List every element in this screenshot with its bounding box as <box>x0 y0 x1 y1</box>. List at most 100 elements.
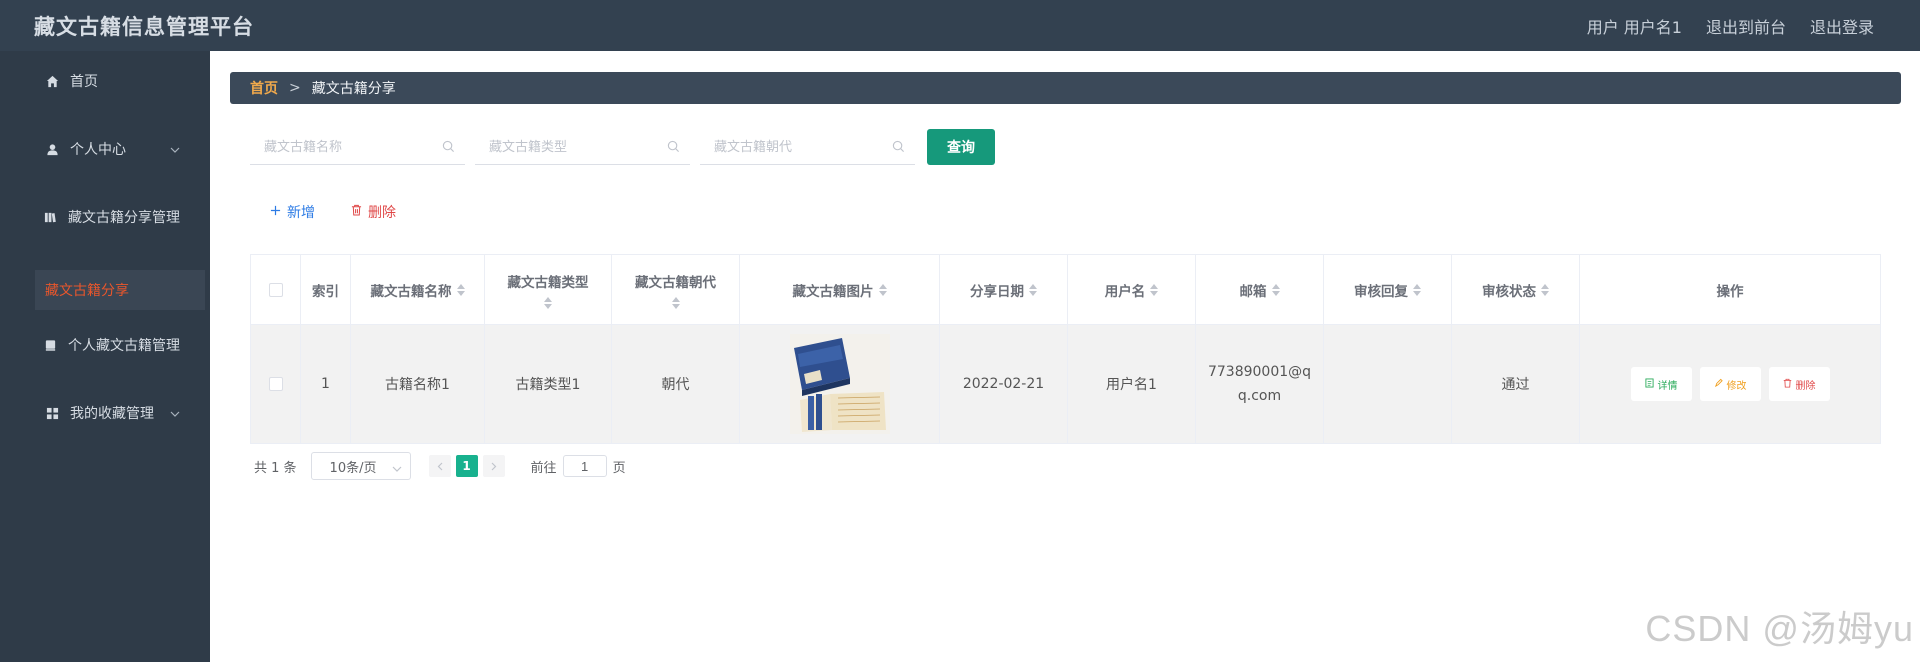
total-count: 共 1 条 <box>254 460 297 476</box>
book-icon <box>42 337 58 353</box>
delete-button-label: 删除 <box>1795 380 1816 392</box>
cell-image <box>740 325 940 443</box>
search-icon <box>892 140 905 157</box>
cell-type: 古籍类型1 <box>485 325 612 443</box>
current-user-label: 用户 用户名1 <box>1586 17 1682 37</box>
pagination: 共 1 条 10条/页 1 前往 页 <box>254 452 626 480</box>
sidebar-item-favorites[interactable]: 我的收藏管理 <box>0 403 210 423</box>
select-all-cell <box>251 255 301 324</box>
header-image-label: 藏文古籍图片 <box>792 283 874 300</box>
sort-icon[interactable] <box>456 283 465 296</box>
email-line: q.com <box>1237 388 1282 404</box>
header-ops-label: 操作 <box>1716 283 1744 300</box>
sort-icon[interactable] <box>544 296 552 309</box>
header-date[interactable]: 分享日期 <box>940 255 1068 324</box>
batch-delete-button[interactable]: 删除 <box>351 202 396 222</box>
header-status[interactable]: 审核状态 <box>1452 255 1580 324</box>
sidebar-item-label: 首页 <box>70 74 98 90</box>
header-name[interactable]: 藏文古籍名称 <box>351 255 485 324</box>
name-search-input[interactable] <box>250 129 465 164</box>
sort-icon[interactable] <box>1541 283 1549 296</box>
chevron-left-icon <box>437 462 442 470</box>
next-page-button[interactable] <box>482 455 505 477</box>
goto-prefix: 前往 <box>530 460 557 476</box>
header-ops: 操作 <box>1580 255 1880 324</box>
cell-index: 1 <box>301 325 351 443</box>
cell-dynasty: 朝代 <box>612 325 740 443</box>
prev-page-button[interactable] <box>428 455 451 477</box>
delete-button[interactable]: 删除 <box>1768 367 1830 401</box>
sort-icon[interactable] <box>1150 283 1159 296</box>
type-search-field <box>475 129 690 165</box>
breadcrumb-home-link[interactable]: 首页 <box>250 78 278 98</box>
dynasty-search-input[interactable] <box>700 129 915 164</box>
data-table: 索引 藏文古籍名称 藏文古籍类型 藏文古籍朝代 藏文古籍图片 分享日期 用户名 … <box>250 254 1881 444</box>
header-username[interactable]: 用户名 <box>1068 255 1196 324</box>
header-email-label: 邮箱 <box>1239 283 1267 300</box>
query-button[interactable]: 查询 <box>927 129 995 165</box>
exit-to-front-link[interactable]: 退出到前台 <box>1706 14 1786 38</box>
edit-button[interactable]: 修改 <box>1699 367 1761 401</box>
sort-icon[interactable] <box>878 283 887 296</box>
chevron-down-icon <box>392 461 402 476</box>
detail-button-label: 详情 <box>1657 380 1678 392</box>
cell-date: 2022-02-21 <box>940 325 1068 443</box>
table-header-row: 索引 藏文古籍名称 藏文古籍类型 藏文古籍朝代 藏文古籍图片 分享日期 用户名 … <box>251 255 1880 325</box>
plus-icon <box>270 204 281 220</box>
chevron-right-icon <box>491 462 496 470</box>
add-button[interactable]: 新增 <box>270 202 315 222</box>
cell-name: 古籍名称1 <box>351 325 485 443</box>
cell-username: 用户名1 <box>1068 325 1196 443</box>
header-email[interactable]: 邮箱 <box>1196 255 1324 324</box>
page-number-button[interactable]: 1 <box>455 455 478 477</box>
row-select-cell <box>251 325 301 443</box>
book-thumbnail-image[interactable] <box>789 334 890 434</box>
select-all-checkbox[interactable] <box>268 282 283 297</box>
sidebar-item-personal-books[interactable]: 个人藏文古籍管理 <box>0 335 210 355</box>
detail-button[interactable]: 详情 <box>1630 367 1692 401</box>
header-user-area: 用户 用户名1 退出到前台 退出登录 <box>1587 14 1920 38</box>
delete-button-label: 删除 <box>368 205 396 221</box>
main-content: 首页 > 藏文古籍分享 查询 新增 <box>210 51 1920 662</box>
user-icon <box>44 141 60 157</box>
sort-icon[interactable] <box>1413 283 1421 296</box>
header-type-label: 藏文古籍类型 <box>507 274 589 291</box>
header-image[interactable]: 藏文古籍图片 <box>740 255 940 324</box>
row-checkbox[interactable] <box>268 377 283 391</box>
cell-status: 通过 <box>1452 325 1580 443</box>
sort-icon[interactable] <box>1029 283 1037 296</box>
header-date-label: 分享日期 <box>970 283 1024 300</box>
goto-page-input[interactable] <box>562 455 607 477</box>
name-search-field <box>250 129 465 165</box>
sidebar-item-personal-center[interactable]: 个人中心 <box>0 139 210 159</box>
search-icon <box>667 140 680 157</box>
dynasty-search-field <box>700 129 915 165</box>
sidebar-item-label: 藏文古籍分享管理 <box>68 210 180 226</box>
sidebar-item-label: 藏文古籍分享 <box>45 283 129 299</box>
header-dynasty-label: 藏文古籍朝代 <box>635 274 716 291</box>
header-type[interactable]: 藏文古籍类型 <box>485 255 612 324</box>
sort-icon[interactable] <box>671 296 680 309</box>
sidebar-item-label: 我的收藏管理 <box>70 406 154 422</box>
page-size-select[interactable]: 10条/页 <box>310 452 411 480</box>
goto-suffix: 页 <box>612 460 626 476</box>
email-line: 773890001@q <box>1207 364 1312 380</box>
header-reply-label: 审核回复 <box>1354 283 1408 300</box>
edit-button-label: 修改 <box>1726 380 1747 392</box>
table-row: 1 古籍名称1 古籍类型1 朝代 2022-02-21 用户名1 7738900… <box>251 325 1880 443</box>
sort-icon[interactable] <box>1271 283 1280 296</box>
sidebar-item-home[interactable]: 首页 <box>0 71 210 91</box>
logout-link[interactable]: 退出登录 <box>1810 14 1874 38</box>
edit-icon <box>1714 378 1723 391</box>
page-size-value: 10条/页 <box>329 460 377 476</box>
sidebar-item-share-management[interactable]: 藏文古籍分享管理 <box>0 207 210 227</box>
type-search-input[interactable] <box>475 129 690 164</box>
sidebar-item-share[interactable]: 藏文古籍分享 <box>35 270 205 310</box>
breadcrumb: 首页 > 藏文古籍分享 <box>230 72 1901 104</box>
action-bar: 新增 删除 <box>270 202 396 222</box>
header-dynasty[interactable]: 藏文古籍朝代 <box>612 255 740 324</box>
header-status-label: 审核状态 <box>1482 283 1536 300</box>
chevron-down-icon <box>170 405 180 421</box>
header-reply[interactable]: 审核回复 <box>1324 255 1452 324</box>
search-icon <box>442 140 455 157</box>
